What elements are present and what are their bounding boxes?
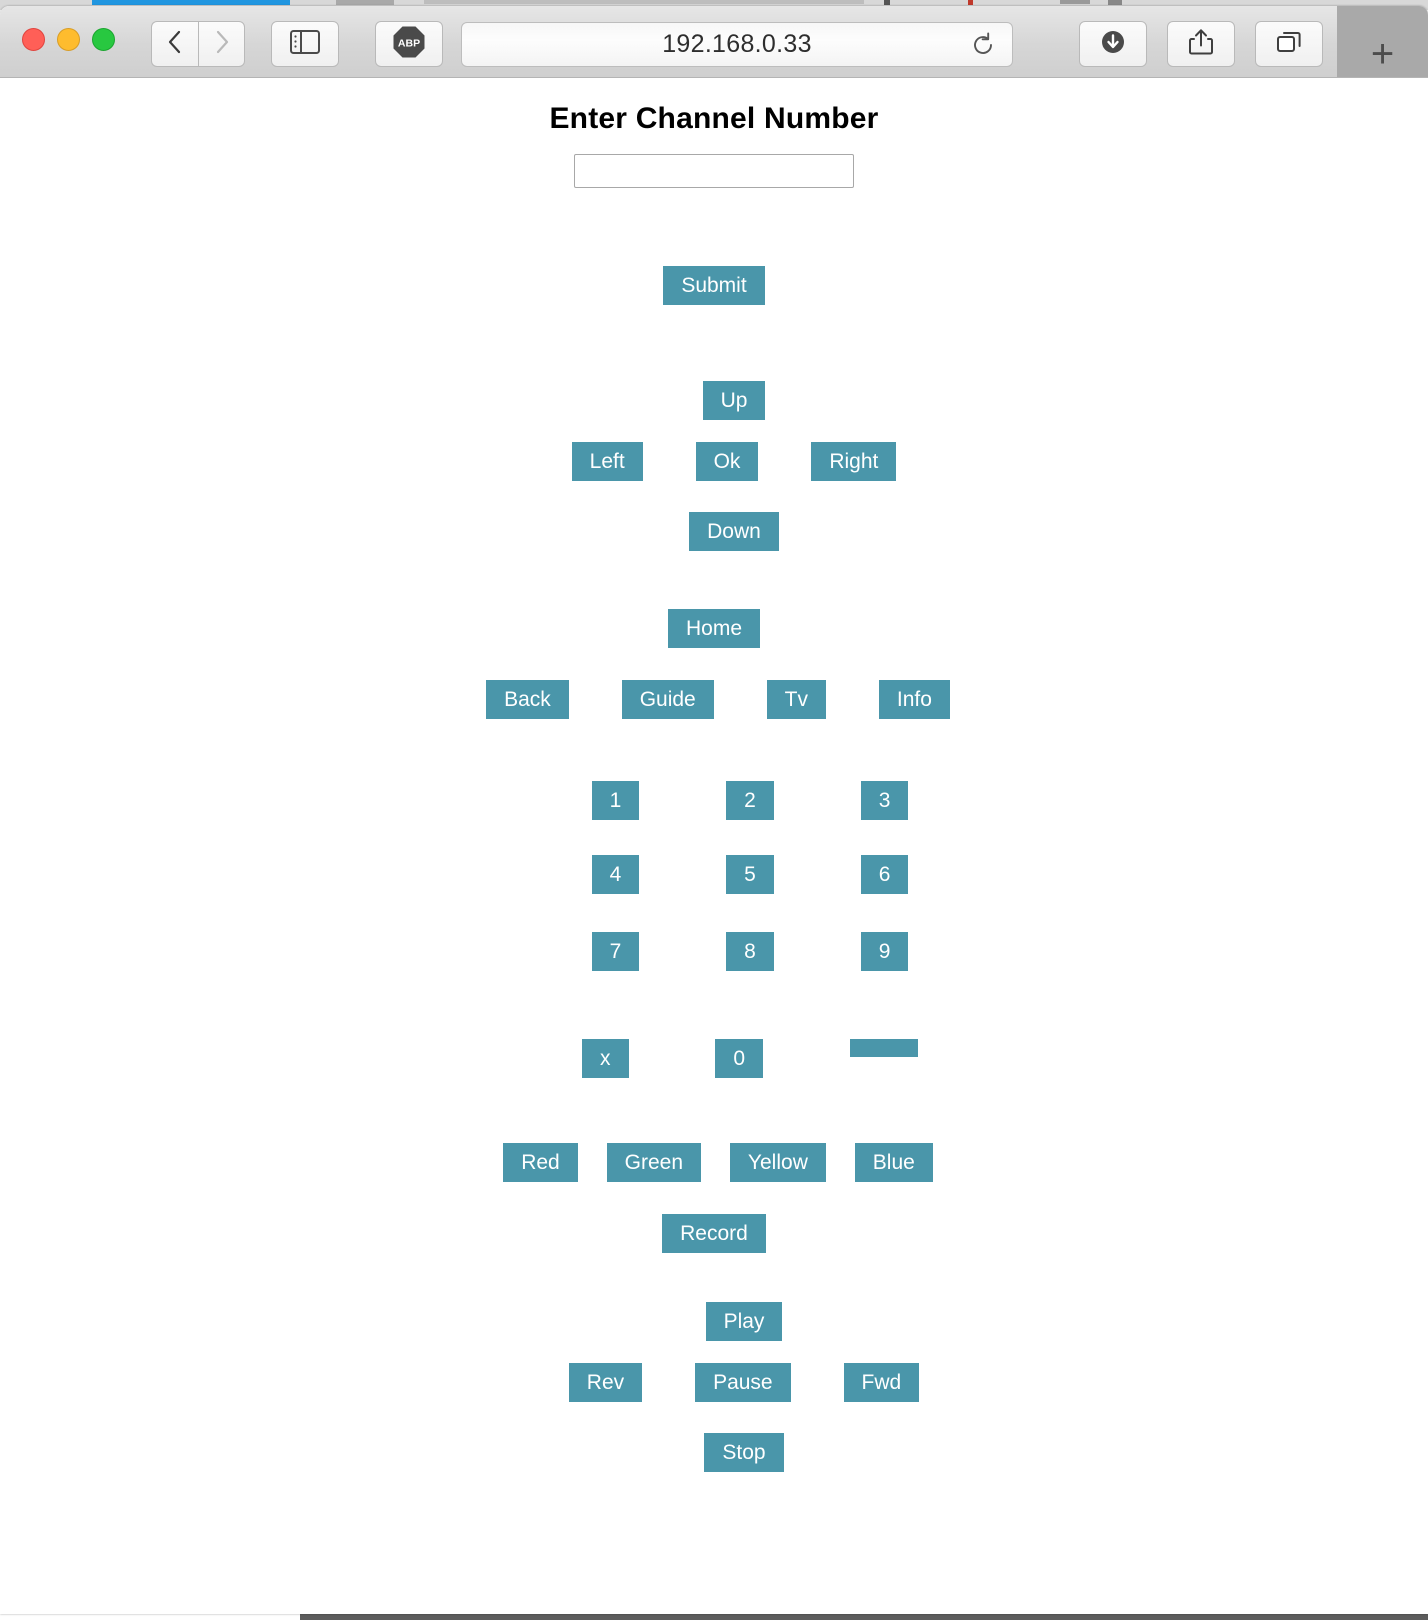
green-button[interactable]: Green — [606, 1143, 702, 1182]
rev-button[interactable]: Rev — [568, 1363, 643, 1402]
play-row: Play — [0, 1302, 1428, 1341]
plus-icon: + — [1370, 31, 1395, 76]
up-button[interactable]: Up — [702, 381, 766, 420]
background-gray-tab-b — [424, 0, 864, 4]
keypad-row-1: 1 2 3 — [0, 781, 1428, 820]
key-x[interactable]: x — [582, 1039, 629, 1078]
adblock-octagon-icon: ABP — [392, 25, 426, 64]
nav-row: Back Guide Tv Info — [0, 680, 1428, 719]
key-blank[interactable] — [850, 1039, 918, 1057]
dpad-up-row: Up — [0, 381, 1428, 420]
yellow-button[interactable]: Yellow — [729, 1143, 826, 1182]
page-content: Enter Channel Number Submit Up Left Ok R… — [0, 78, 1428, 1614]
background-blue-tab — [92, 0, 290, 5]
address-bar-text: 192.168.0.33 — [662, 30, 812, 58]
left-button[interactable]: Left — [571, 442, 643, 481]
background-mark-a — [884, 0, 890, 5]
key-1[interactable]: 1 — [591, 781, 640, 820]
page-title: Enter Channel Number — [549, 102, 879, 135]
tab-overview-icon — [1274, 28, 1304, 61]
keypad-row-4: x 0 — [0, 1039, 1428, 1078]
reload-button[interactable] — [968, 30, 998, 60]
right-button[interactable]: Right — [811, 442, 897, 481]
back-nav-button[interactable]: Back — [486, 680, 569, 719]
transport-row: Rev Pause Fwd — [0, 1363, 1428, 1402]
ok-button[interactable]: Ok — [695, 442, 759, 481]
browser-window: ABP 192.168.0.33 + Enter Channel Number … — [0, 6, 1428, 1614]
record-button[interactable]: Record — [662, 1214, 766, 1253]
background-mark-c — [1060, 0, 1090, 4]
info-button[interactable]: Info — [878, 680, 950, 719]
key-3[interactable]: 3 — [860, 781, 909, 820]
share-button[interactable] — [1167, 21, 1235, 67]
key-4[interactable]: 4 — [591, 855, 640, 894]
dpad-middle-row: Left Ok Right — [0, 442, 1428, 481]
back-arrow-icon — [166, 28, 184, 61]
key-2[interactable]: 2 — [726, 781, 774, 820]
adblock-label: ABP — [398, 37, 420, 49]
key-9[interactable]: 9 — [860, 932, 909, 971]
pause-button[interactable]: Pause — [695, 1363, 791, 1402]
color-buttons-row: Red Green Yellow Blue — [0, 1143, 1428, 1182]
down-button[interactable]: Down — [689, 512, 779, 551]
keypad-row-3: 7 8 9 — [0, 932, 1428, 971]
red-button[interactable]: Red — [503, 1143, 578, 1182]
stop-button[interactable]: Stop — [704, 1433, 784, 1472]
dpad-down-row: Down — [0, 512, 1428, 551]
key-5[interactable]: 5 — [726, 855, 774, 894]
background-mark-b — [968, 0, 973, 5]
stop-row: Stop — [0, 1433, 1428, 1472]
guide-button[interactable]: Guide — [621, 680, 714, 719]
zoom-window-button[interactable] — [92, 28, 115, 51]
key-8[interactable]: 8 — [726, 932, 774, 971]
tab-overview-button[interactable] — [1255, 21, 1323, 67]
forward-button[interactable] — [198, 21, 245, 67]
key-6[interactable]: 6 — [860, 855, 909, 894]
background-window-bottom-sliver — [300, 1613, 1428, 1620]
close-window-button[interactable] — [22, 28, 45, 51]
downloads-button[interactable] — [1079, 21, 1147, 67]
home-button[interactable]: Home — [667, 609, 761, 648]
sidebar-toggle-button[interactable] — [271, 21, 339, 67]
forward-arrow-icon — [213, 28, 231, 61]
background-gray-tab-a — [336, 0, 394, 5]
keypad-row-2: 4 5 6 — [0, 855, 1428, 894]
sidebar-icon — [290, 29, 320, 59]
play-button[interactable]: Play — [705, 1302, 783, 1341]
background-mark-d — [1108, 0, 1122, 5]
browser-toolbar: ABP 192.168.0.33 + — [0, 6, 1428, 78]
home-row: Home — [0, 609, 1428, 648]
channel-number-input[interactable] — [574, 154, 854, 188]
key-0[interactable]: 0 — [715, 1039, 764, 1078]
key-7[interactable]: 7 — [591, 932, 640, 971]
fwd-button[interactable]: Fwd — [843, 1363, 920, 1402]
new-tab-button[interactable]: + — [1337, 6, 1428, 77]
downloads-icon — [1098, 27, 1128, 62]
back-button[interactable] — [151, 21, 198, 67]
minimize-window-button[interactable] — [57, 28, 80, 51]
address-bar[interactable]: 192.168.0.33 — [461, 22, 1013, 67]
adblock-plus-button[interactable]: ABP — [375, 21, 443, 67]
share-icon — [1187, 27, 1215, 62]
tv-button[interactable]: Tv — [766, 680, 826, 719]
window-traffic-lights — [22, 28, 115, 51]
submit-row: Submit — [0, 266, 1428, 305]
record-row: Record — [0, 1214, 1428, 1253]
blue-button[interactable]: Blue — [854, 1143, 933, 1182]
submit-button[interactable]: Submit — [663, 266, 765, 305]
